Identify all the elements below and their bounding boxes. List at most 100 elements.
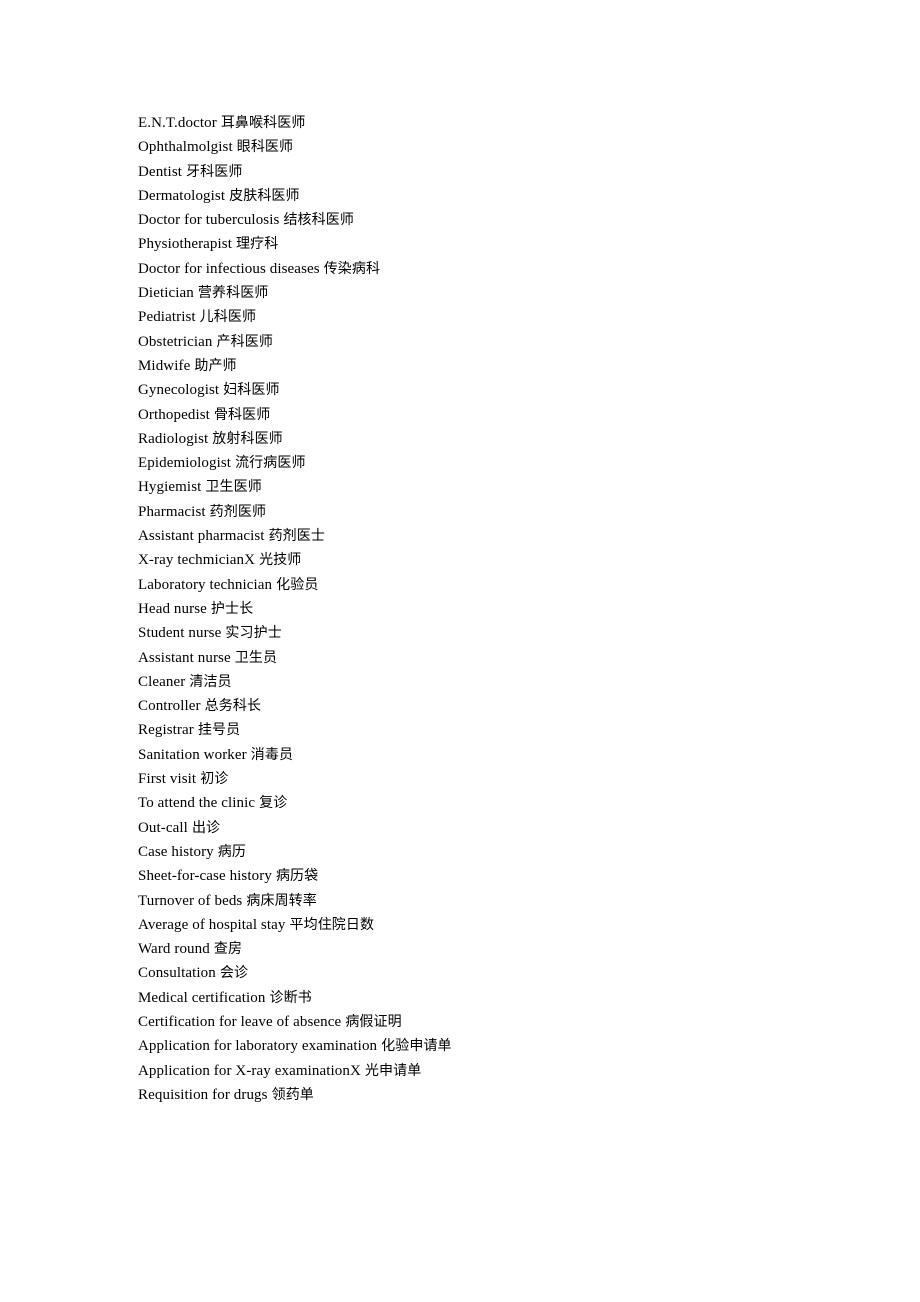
glossary-gloss: 护士长 (210, 600, 254, 617)
document-page: E.N.T.doctor 耳鼻喉科医师 Ophthalmolgist 眼科医师 Dent… (0, 0, 920, 1302)
glossary-gloss: 药剂医士 (268, 528, 325, 545)
glossary-entry: Registrar 挂号员 (138, 718, 838, 742)
glossary-gloss: 放射科医师 (212, 430, 283, 447)
glossary-entry: Dermatologist 皮肤科医师 (138, 184, 838, 208)
glossary-entry: Turnover of beds 病床周转率 (138, 889, 838, 913)
glossary-entry: Certification for leave of absence 病假证明 (138, 1010, 838, 1034)
glossary-list: E.N.T.doctor 耳鼻喉科医师 Ophthalmolgist 眼科医师 Dent… (138, 111, 838, 1107)
glossary-gloss: 病历 (217, 843, 246, 860)
glossary-entry: Application for X-ray examinationX 光申请单 (138, 1059, 838, 1083)
glossary-entry: Consultation 会诊 (138, 961, 838, 985)
glossary-entry: Assistant pharmacist 药剂医士 (138, 524, 838, 548)
glossary-entry: Physiotherapist 理疗科 (138, 232, 838, 256)
glossary-entry: Doctor for tuberculosis 结核科医师 (138, 208, 838, 232)
glossary-gloss: 实习护士 (225, 625, 282, 642)
glossary-term: Dentist (138, 163, 183, 180)
glossary-term: Application for X-ray examinationX (138, 1062, 361, 1079)
glossary-gloss: 牙科医师 (186, 163, 243, 180)
glossary-term: Obstetrician (138, 333, 213, 350)
glossary-term: Consultation (138, 965, 216, 982)
glossary-gloss: 皮肤科医师 (229, 187, 300, 204)
glossary-term: First visit (138, 771, 197, 788)
glossary-term: Out-call (138, 819, 188, 836)
glossary-entry: Assistant nurse 卫生员 (138, 646, 838, 670)
glossary-entry: Controller 总务科长 (138, 694, 838, 718)
glossary-gloss: 查房 (213, 941, 243, 958)
glossary-gloss: 光申请单 (364, 1062, 422, 1079)
glossary-term: Gynecologist (138, 382, 220, 399)
glossary-term: Student nurse (138, 625, 222, 642)
glossary-gloss: 出诊 (191, 819, 221, 836)
glossary-term: Average of hospital stay (138, 916, 286, 933)
glossary-term: Assistant pharmacist (138, 528, 265, 545)
glossary-term: Cleaner (138, 673, 186, 690)
glossary-gloss: 病床周转率 (246, 892, 317, 909)
glossary-entry: Average of hospital stay 平均住院日数 (138, 913, 838, 937)
glossary-term: Midwife (138, 357, 191, 374)
glossary-entry: Gynecologist 妇科医师 (138, 378, 838, 402)
glossary-gloss: 领药单 (271, 1086, 314, 1103)
glossary-gloss: 病历袋 (275, 868, 319, 885)
glossary-term: Laboratory technician (138, 576, 273, 593)
glossary-entry: X-ray techmicianX 光技师 (138, 548, 838, 572)
glossary-term: Sheet-for-case history (138, 868, 272, 885)
glossary-gloss: 复诊 (259, 795, 288, 812)
glossary-gloss: 产科医师 (216, 333, 273, 350)
glossary-gloss: 儿科医师 (199, 309, 257, 326)
glossary-term: To attend the clinic (138, 795, 256, 812)
glossary-entry: Cleaner 清洁员 (138, 670, 838, 694)
glossary-entry: Epidemiologist 流行病医师 (138, 451, 838, 475)
glossary-entry: Pediatrist 儿科医师 (138, 305, 838, 329)
glossary-entry: Orthopedist 骨科医师 (138, 403, 838, 427)
glossary-entry: E.N.T.doctor 耳鼻喉科医师 (138, 111, 838, 135)
glossary-term: Head nurse (138, 600, 207, 617)
glossary-gloss: 骨科医师 (213, 406, 271, 423)
glossary-term: Dermatologist (138, 187, 226, 204)
glossary-term: Hygiemist (138, 479, 202, 496)
glossary-entry: Sheet-for-case history 病历袋 (138, 864, 838, 888)
glossary-entry: To attend the clinic 复诊 (138, 791, 838, 815)
glossary-entry: Doctor for infectious diseases 传染病科 (138, 257, 838, 281)
glossary-gloss: 化验申请单 (381, 1038, 452, 1055)
glossary-term: Controller (138, 698, 201, 715)
glossary-entry: Student nurse 实习护士 (138, 621, 838, 645)
glossary-gloss: 流行病医师 (235, 455, 306, 472)
glossary-term: Medical certification (138, 989, 266, 1006)
glossary-term: Requisition for drugs (138, 1086, 268, 1103)
glossary-gloss: 耳鼻喉科医师 (220, 115, 306, 131)
glossary-entry: Case history 病历 (138, 840, 838, 864)
glossary-gloss: 药剂医师 (209, 503, 267, 520)
glossary-term: Application for laboratory examination (138, 1038, 378, 1055)
glossary-entry: Obstetrician 产科医师 (138, 330, 838, 354)
glossary-term: Doctor for infectious diseases (138, 260, 320, 277)
glossary-gloss: 会诊 (219, 965, 249, 982)
glossary-gloss: 病假证明 (345, 1013, 402, 1030)
glossary-term: Ward round (138, 941, 210, 958)
glossary-term: Epidemiologist (138, 455, 232, 472)
glossary-entry: First visit 初诊 (138, 767, 838, 791)
glossary-term: Radiologist (138, 430, 209, 447)
glossary-term: Dietician (138, 285, 194, 302)
glossary-term: Case history (138, 843, 214, 860)
glossary-term: Sanitation worker (138, 746, 247, 763)
glossary-entry: Requisition for drugs 领药单 (138, 1083, 838, 1107)
glossary-gloss: 挂号员 (197, 722, 241, 739)
glossary-term: Pharmacist (138, 503, 206, 520)
glossary-gloss: 营养科医师 (197, 285, 269, 302)
glossary-gloss: 化验员 (276, 576, 319, 593)
glossary-term: X-ray techmicianX (138, 552, 256, 569)
glossary-entry: Ophthalmolgist 眼科医师 (138, 135, 838, 159)
glossary-gloss: 平均住院日数 (289, 916, 375, 933)
glossary-entry: Out-call 出诊 (138, 816, 838, 840)
glossary-gloss: 助产师 (194, 357, 237, 374)
glossary-gloss: 传染病科 (323, 260, 381, 277)
glossary-term: E.N.T.doctor (138, 115, 217, 131)
glossary-term: Orthopedist (138, 406, 210, 423)
glossary-gloss: 初诊 (200, 771, 229, 788)
glossary-gloss: 理疗科 (236, 236, 279, 253)
glossary-entry: Laboratory technician 化验员 (138, 573, 838, 597)
glossary-entry: Application for laboratory examination 化验… (138, 1034, 838, 1058)
glossary-gloss: 卫生员 (234, 649, 278, 666)
glossary-gloss: 眼科医师 (236, 139, 294, 156)
glossary-term: Registrar (138, 722, 194, 739)
